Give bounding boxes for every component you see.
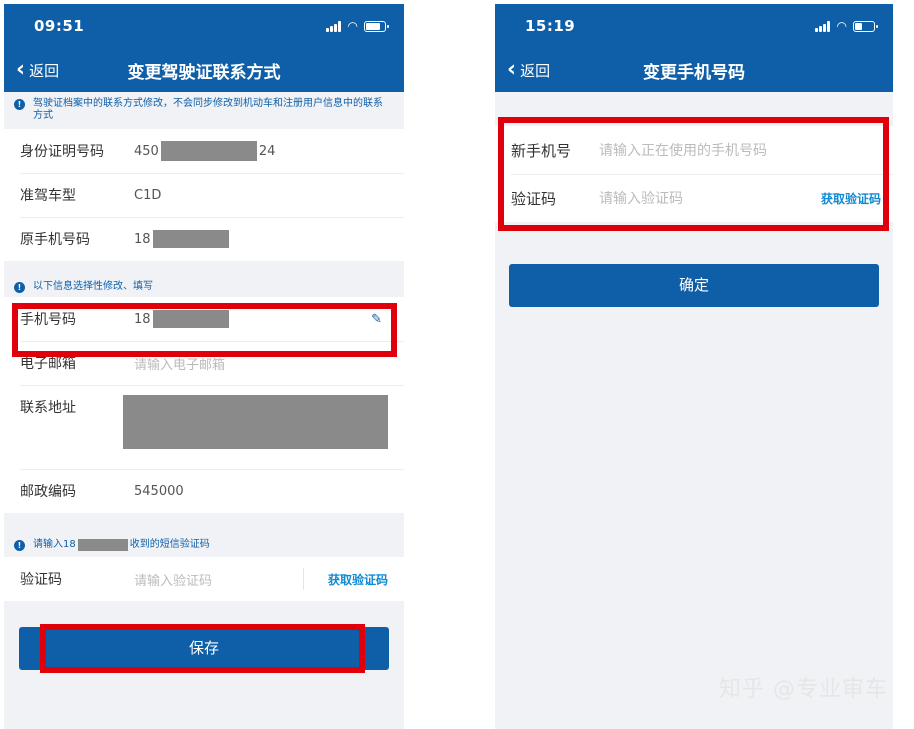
- get-code-button[interactable]: 获取验证码: [328, 571, 388, 588]
- sms-notice-suffix: 收到的短信验证码: [129, 539, 210, 550]
- verify-card: 验证码 请输入验证码 获取验证码: [4, 557, 404, 601]
- back-button[interactable]: ‹ 返回: [495, 48, 550, 92]
- status-time: 15:19: [525, 17, 576, 35]
- page-title: 变更驾驶证联系方式: [127, 62, 281, 83]
- info-icon: !: [14, 540, 25, 551]
- address-row: 联系地址: [4, 385, 404, 469]
- watermark: 知乎 @专业审车: [719, 677, 888, 702]
- nav-bar: ‹ 返回 变更驾驶证联系方式: [4, 48, 404, 92]
- id-number-suffix: 24: [258, 143, 276, 159]
- id-number-row: 身份证明号码 450 24: [4, 129, 404, 173]
- optional-notice-text: 以下信息选择性修改、填写: [33, 281, 153, 292]
- address-input[interactable]: [123, 395, 388, 449]
- phone-prefix: 18: [134, 311, 151, 327]
- sync-notice-text: 驾驶证档案中的联系方式修改，不会同步修改到机动车和注册用户信息中的联系方式: [33, 98, 383, 121]
- info-icon: !: [14, 282, 25, 293]
- sms-notice: ! 请输入18 收到的短信验证码: [4, 533, 404, 557]
- redaction-mask: [152, 310, 229, 328]
- chevron-left-icon: ‹: [507, 57, 517, 82]
- divider: [302, 568, 304, 590]
- nav-bar: ‹ 返回 变更手机号码: [495, 48, 893, 92]
- code-label: 验证码: [511, 189, 557, 208]
- code-row: 验证码 请输入验证码 获取验证码: [4, 557, 404, 601]
- license-class-label: 准驾车型: [20, 188, 76, 204]
- wifi-icon: ◠: [836, 19, 847, 33]
- phone-row[interactable]: 手机号码 18 ✎: [4, 297, 404, 341]
- code-input[interactable]: 请输入验证码: [599, 188, 821, 208]
- new-phone-row: 新手机号 请输入正在使用的手机号码: [495, 126, 893, 174]
- new-phone-label: 新手机号: [511, 141, 572, 160]
- page-title: 变更手机号码: [643, 62, 745, 83]
- wifi-icon: ◠: [347, 19, 358, 33]
- sms-notice-prefix: 请输入18: [33, 539, 76, 550]
- info-icon: !: [14, 99, 25, 110]
- back-label: 返回: [29, 61, 60, 80]
- old-phone-prefix: 18: [134, 231, 151, 247]
- redaction-mask: [152, 230, 229, 248]
- right-phone-screen: 15:19 ◠ ‹ 返回 变更手机号码 新手机号 请输入正在使用的手机号码 验证…: [495, 4, 893, 729]
- status-bar: 15:19 ◠: [495, 4, 893, 48]
- battery-icon: [853, 20, 878, 32]
- email-row: 电子邮箱 请输入电子邮箱: [4, 341, 404, 385]
- new-phone-input[interactable]: 请输入正在使用的手机号码: [599, 140, 877, 160]
- postcode-input[interactable]: 545000: [134, 484, 184, 499]
- optional-notice: ! 以下信息选择性修改、填写: [4, 275, 404, 297]
- save-button[interactable]: 保存: [19, 627, 389, 670]
- battery-icon: [364, 20, 389, 32]
- chevron-left-icon: ‹: [16, 57, 26, 82]
- phone-label: 手机号码: [20, 312, 76, 328]
- back-button[interactable]: ‹ 返回: [4, 48, 59, 92]
- address-label: 联系地址: [20, 400, 76, 416]
- email-input[interactable]: 请输入电子邮箱: [134, 354, 388, 373]
- code-input[interactable]: 请输入验证码: [134, 570, 303, 589]
- postcode-label: 邮政编码: [20, 484, 76, 500]
- license-class-value: C1D: [134, 187, 162, 203]
- redaction-mask: [77, 539, 128, 551]
- status-bar: 09:51 ◠: [4, 4, 404, 48]
- left-phone-screen: 09:51 ◠ ‹ 返回 变更驾驶证联系方式 ! 驾驶证档案中的联系方式修改，不…: [4, 4, 404, 729]
- license-class-row: 准驾车型 C1D: [4, 173, 404, 217]
- id-number-label: 身份证明号码: [20, 144, 104, 160]
- top-bar: 09:51 ◠ ‹ 返回 变更驾驶证联系方式: [4, 4, 404, 92]
- sync-notice: ! 驾驶证档案中的联系方式修改，不会同步修改到机动车和注册用户信息中的联系方式: [4, 92, 404, 129]
- edit-pencil-icon[interactable]: ✎: [371, 312, 382, 327]
- back-label: 返回: [520, 61, 551, 80]
- change-phone-card: 新手机号 请输入正在使用的手机号码 验证码 请输入验证码 获取验证码: [495, 126, 893, 222]
- postcode-row: 邮政编码 545000: [4, 469, 404, 513]
- code-row: 验证码 请输入验证码 获取验证码: [495, 174, 893, 222]
- redaction-mask: [160, 141, 257, 161]
- old-phone-label: 原手机号码: [20, 232, 90, 248]
- license-info-card: 身份证明号码 450 24 准驾车型 C1D 原手机号码 18: [4, 129, 404, 261]
- contact-form-card: 手机号码 18 ✎ 电子邮箱 请输入电子邮箱 联系地址 邮政编码 545000: [4, 297, 404, 513]
- email-label: 电子邮箱: [20, 356, 76, 372]
- signal-icon: [325, 20, 342, 32]
- code-label: 验证码: [20, 572, 62, 588]
- confirm-button[interactable]: 确定: [509, 264, 879, 307]
- get-code-button[interactable]: 获取验证码: [821, 190, 881, 207]
- top-bar: 15:19 ◠ ‹ 返回 变更手机号码: [495, 4, 893, 92]
- status-time: 09:51: [34, 17, 85, 35]
- id-number-prefix: 450: [134, 143, 159, 159]
- signal-icon: [814, 20, 831, 32]
- old-phone-row: 原手机号码 18: [4, 217, 404, 261]
